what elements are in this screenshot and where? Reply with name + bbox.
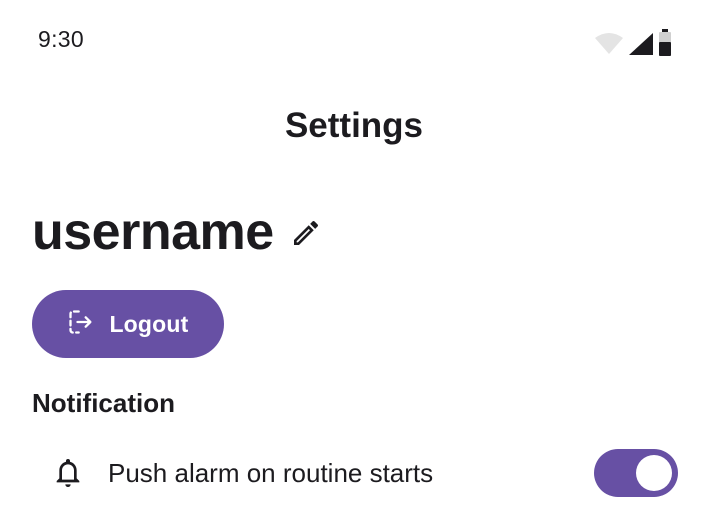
push-alarm-setting-row: Push alarm on routine starts bbox=[32, 444, 678, 502]
toggle-thumb bbox=[636, 455, 672, 491]
profile-row: username bbox=[32, 206, 324, 258]
bell-icon bbox=[48, 453, 88, 493]
logout-label: Logout bbox=[109, 310, 189, 337]
settings-screen: 9:30 Settings username Logout Notificati… bbox=[0, 0, 708, 530]
logout-button[interactable]: Logout bbox=[32, 290, 224, 358]
wifi-icon bbox=[594, 32, 624, 56]
cellular-signal-icon bbox=[628, 32, 654, 56]
page-title: Settings bbox=[284, 106, 424, 145]
notification-section-title: Notification bbox=[32, 388, 175, 418]
pencil-icon bbox=[290, 217, 322, 254]
battery-icon bbox=[658, 29, 672, 56]
status-icons bbox=[594, 28, 672, 56]
status-time: 9:30 bbox=[38, 26, 84, 52]
edit-username-button[interactable] bbox=[288, 217, 324, 253]
push-alarm-label: Push alarm on routine starts bbox=[108, 457, 434, 488]
logout-icon bbox=[67, 308, 95, 341]
push-alarm-toggle[interactable] bbox=[594, 449, 678, 497]
username: username bbox=[32, 203, 274, 261]
